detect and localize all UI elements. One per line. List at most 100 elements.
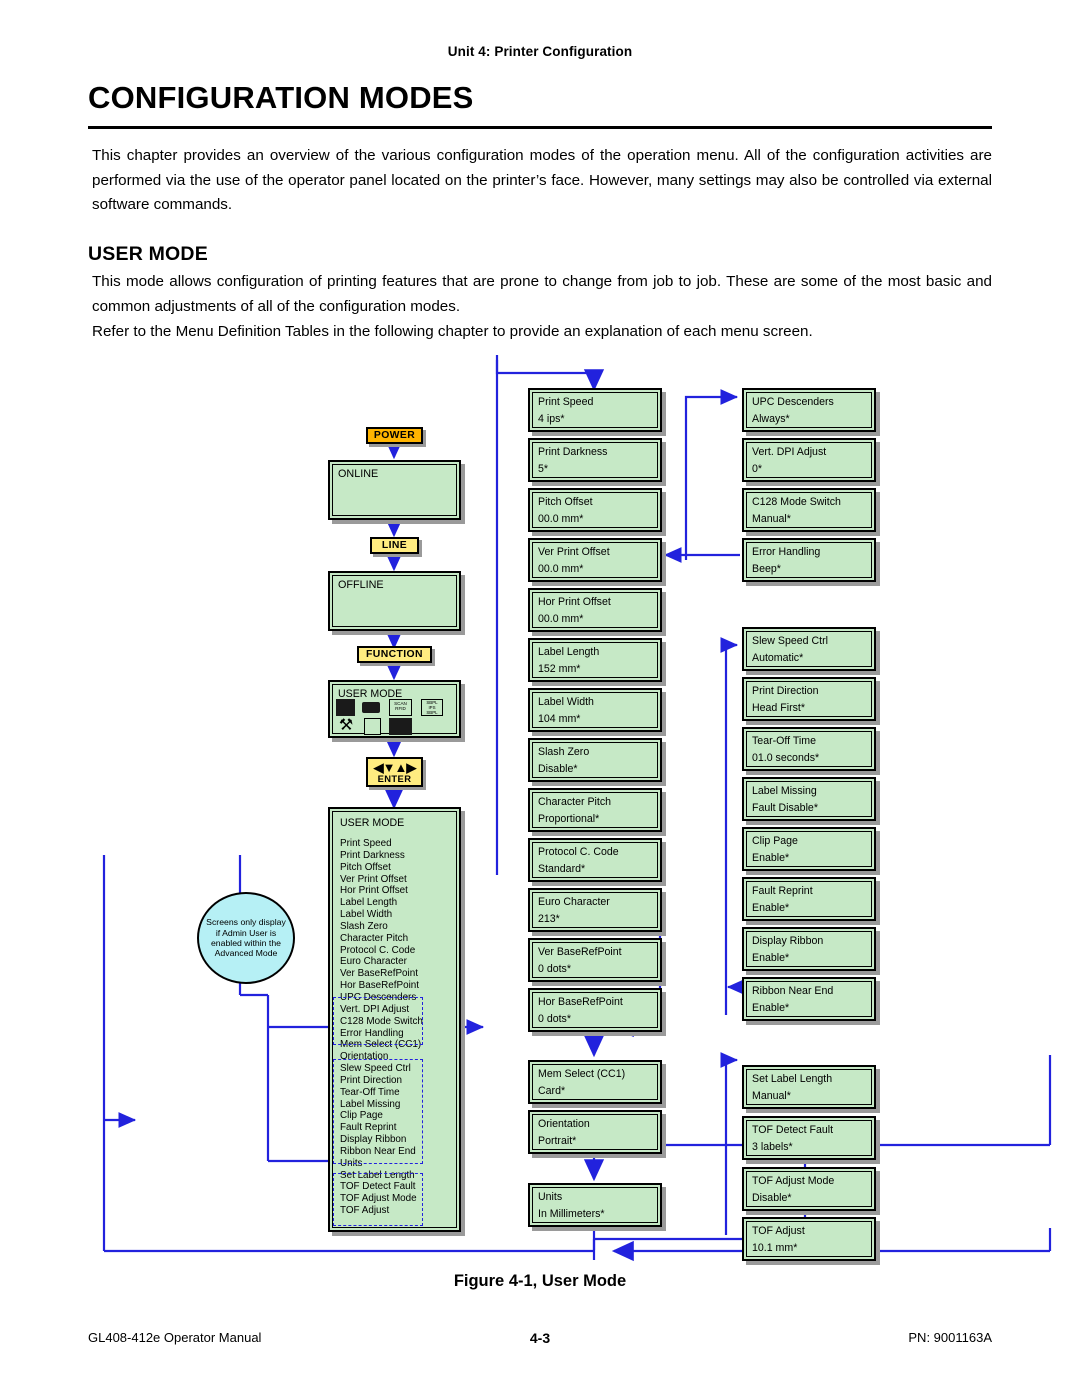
key-power-label: POWER [373,430,416,441]
node-value: Standard* [538,863,586,875]
node-tear-off-time[interactable]: Tear-Off Time 01.0 seconds* [742,727,876,771]
list-item[interactable]: Print Darkness [340,850,449,862]
node-value: Disable* [538,763,578,775]
list-item[interactable]: Orientation [340,1051,449,1063]
list-item[interactable]: TOF Detect Fault [340,1181,449,1193]
sbpl-bottom-label: SBPL [426,710,438,716]
node-value: Proportional* [538,813,600,825]
node-value: 0 dots* [538,963,571,975]
node-protocol-c-code[interactable]: Protocol C. Code Standard* [528,838,662,882]
node-value: Manual* [752,1090,791,1102]
list-item[interactable]: Clip Page [340,1110,449,1122]
list-item[interactable]: Pitch Offset [340,862,449,874]
list-item[interactable]: Euro Character [340,956,449,968]
node-hor-baserefpoint[interactable]: Hor BaseRefPoint 0 dots* [528,988,662,1032]
node-title: Mem Select (CC1) [538,1068,626,1080]
node-ribbon-near-end[interactable]: Ribbon Near End Enable* [742,977,876,1021]
key-line[interactable]: LINE [370,537,419,554]
list-item[interactable]: TOF Adjust [340,1205,449,1217]
list-item[interactable]: Ver Print Offset [340,874,449,886]
enter-arrows-icon: ◀▼▲▶ [373,759,417,775]
node-value: 00.0 mm* [538,613,584,625]
node-print-darkness[interactable]: Print Darkness 5* [528,438,662,482]
node-slash-zero[interactable]: Slash Zero Disable* [528,738,662,782]
list-item[interactable]: Mem Select (CC1) [340,1039,449,1051]
node-c128-mode-switch[interactable]: C128 Mode Switch Manual* [742,488,876,532]
list-item[interactable]: Set Label Length [340,1170,449,1182]
node-upc-descenders[interactable]: UPC Descenders Always* [742,388,876,432]
node-vert-dpi-adjust[interactable]: Vert. DPI Adjust 0* [742,438,876,482]
node-value: Always* [752,413,790,425]
node-value: Enable* [752,852,790,864]
node-title: Print Direction [752,685,819,697]
node-title: Label Width [538,696,594,708]
node-value: 104 mm* [538,713,581,725]
node-clip-page[interactable]: Clip Page Enable* [742,827,876,871]
node-title: Error Handling [752,546,821,558]
list-item[interactable]: Fault Reprint [340,1122,449,1134]
scan-rfid-icon: SCAN RFID [389,699,412,716]
list-item[interactable]: Display Ribbon [340,1134,449,1146]
node-title: Character Pitch [538,796,612,808]
menu-list-title: USER MODE [340,817,405,829]
node-title: Hor BaseRefPoint [538,996,623,1008]
list-item[interactable]: Print Speed [340,838,449,850]
node-mem-select-cc1[interactable]: Mem Select (CC1) Card* [528,1060,662,1104]
list-item[interactable]: Slew Speed Ctrl [340,1063,449,1075]
node-hor-print-offset[interactable]: Hor Print Offset 00.0 mm* [528,588,662,632]
list-item[interactable]: Label Length [340,897,449,909]
node-title: Fault Reprint [752,885,813,897]
panel-user-mode-menu-list: USER MODE Print Speed Print Darkness Pit… [328,807,461,1232]
node-ver-baserefpoint[interactable]: Ver BaseRefPoint 0 dots* [528,938,662,982]
list-item[interactable]: Tear-Off Time [340,1087,449,1099]
printhead-icon [362,702,380,713]
node-value: 3 labels* [752,1141,793,1153]
node-title: TOF Adjust Mode [752,1175,835,1187]
node-title: Ver Print Offset [538,546,610,558]
node-set-label-length[interactable]: Set Label Length Manual* [742,1065,876,1109]
node-tof-detect-fault[interactable]: TOF Detect Fault 3 labels* [742,1116,876,1160]
list-item[interactable]: Vert. DPI Adjust [340,1004,449,1016]
list-item[interactable]: Ver BaseRefPoint [340,968,449,980]
list-item[interactable]: Label Missing [340,1099,449,1111]
key-enter[interactable]: ◀▼▲▶ ENTER [366,757,423,787]
node-label-width[interactable]: Label Width 104 mm* [528,688,662,732]
node-display-ribbon[interactable]: Display Ribbon Enable* [742,927,876,971]
key-power[interactable]: POWER [366,427,423,444]
list-item[interactable]: Protocol C. Code [340,945,449,957]
node-title: Set Label Length [752,1073,833,1085]
node-euro-character[interactable]: Euro Character 213* [528,888,662,932]
node-fault-reprint[interactable]: Fault Reprint Enable* [742,877,876,921]
node-ver-print-offset[interactable]: Ver Print Offset 00.0 mm* [528,538,662,582]
node-label-length[interactable]: Label Length 152 mm* [528,638,662,682]
list-item[interactable]: Print Direction [340,1075,449,1087]
node-print-speed[interactable]: Print Speed 4 ips* [528,388,662,432]
node-error-handling[interactable]: Error Handling Beep* [742,538,876,582]
node-tof-adjust[interactable]: TOF Adjust 10.1 mm* [742,1217,876,1261]
node-pitch-offset[interactable]: Pitch Offset 00.0 mm* [528,488,662,532]
node-title: Units [538,1191,563,1203]
list-item[interactable]: Error Handling [340,1028,449,1040]
node-title: C128 Mode Switch [752,496,841,508]
globe-icon [336,699,355,716]
list-item[interactable]: Hor Print Offset [340,885,449,897]
list-item[interactable]: Units [340,1158,449,1170]
list-item[interactable]: Character Pitch [340,933,449,945]
node-title: Hor Print Offset [538,596,611,608]
list-item[interactable]: Slash Zero [340,921,449,933]
node-value: 152 mm* [538,663,581,675]
list-item[interactable]: Hor BaseRefPoint [340,980,449,992]
node-tof-adjust-mode[interactable]: TOF Adjust Mode Disable* [742,1167,876,1211]
node-orientation[interactable]: Orientation Portrait* [528,1110,662,1154]
node-print-direction[interactable]: Print Direction Head First* [742,677,876,721]
node-units[interactable]: Units In Millimeters* [528,1183,662,1227]
list-item[interactable]: C128 Mode Switch [340,1016,449,1028]
list-item[interactable]: TOF Adjust Mode [340,1193,449,1205]
list-item[interactable]: Label Width [340,909,449,921]
list-item[interactable]: Ribbon Near End [340,1146,449,1158]
node-label-missing[interactable]: Label Missing Fault Disable* [742,777,876,821]
node-slew-speed-ctrl[interactable]: Slew Speed Ctrl Automatic* [742,627,876,671]
node-character-pitch[interactable]: Character Pitch Proportional* [528,788,662,832]
key-function[interactable]: FUNCTION [357,646,432,663]
list-item[interactable]: UPC Descenders [340,992,449,1004]
